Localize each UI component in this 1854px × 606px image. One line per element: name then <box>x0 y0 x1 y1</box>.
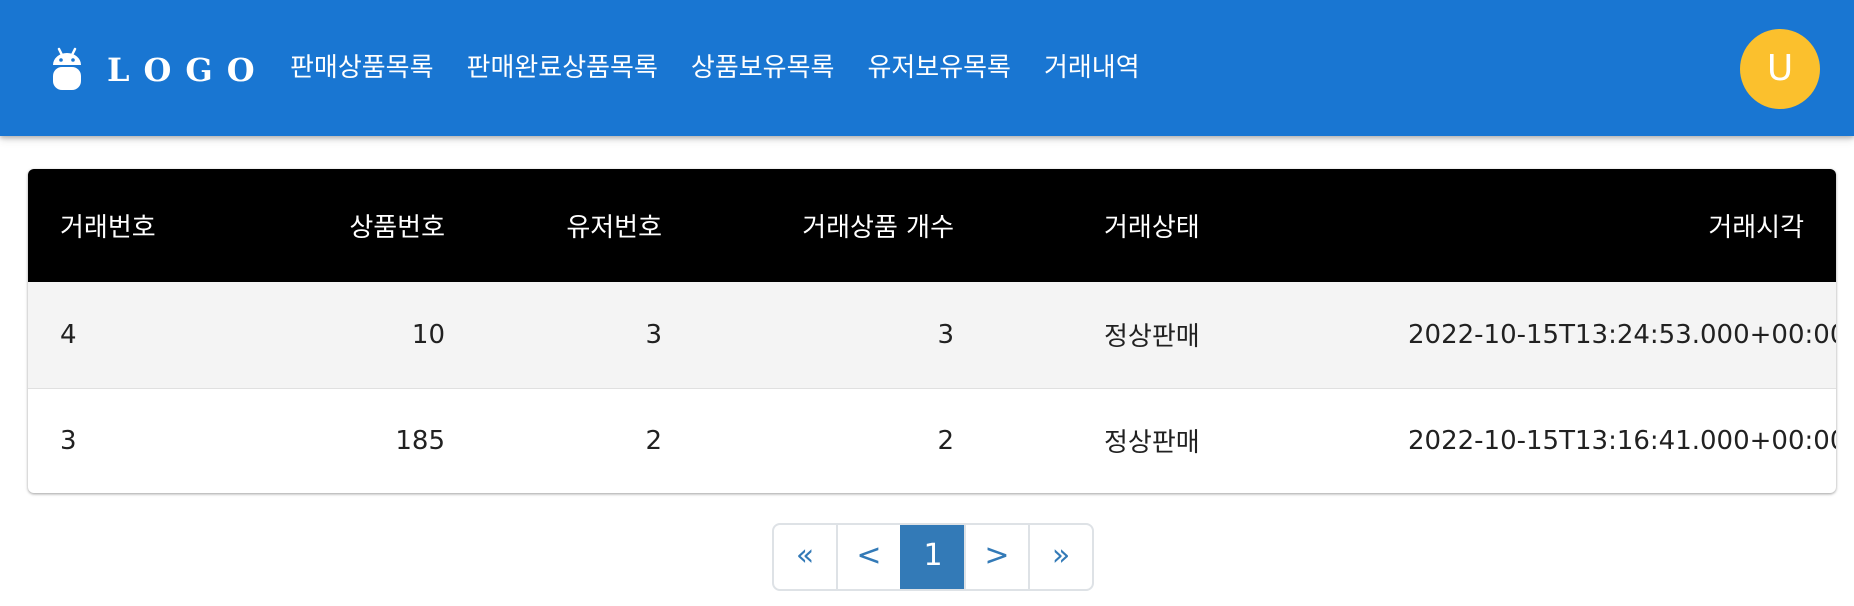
cell-time: 2022-10-15T13:16:41.000+00:00 <box>1408 425 1836 456</box>
table-header-row: 거래번호 상품번호 유저번호 거래상품 개수 거래상태 거래시각 <box>28 169 1836 282</box>
column-header-transaction-id: 거래번호 <box>60 213 156 243</box>
main-nav: 판매상품목록 판매완료상품목록 상품보유목록 유저보유목록 거래내역 <box>290 42 1173 94</box>
nav-item-sold-products[interactable]: 판매완료상품목록 <box>467 42 658 94</box>
nav-item-user-holdings[interactable]: 유저보유목록 <box>867 42 1011 94</box>
app-bar: LOGO 판매상품목록 판매완료상품목록 상품보유목록 유저보유목록 거래내역 … <box>0 0 1854 136</box>
last-page-button[interactable]: » <box>1028 525 1092 589</box>
table-row: 4 10 3 3 정상판매 2022-10-15T13:24:53.000+00… <box>28 282 1836 388</box>
column-header-status: 거래상태 <box>1104 213 1200 243</box>
cell-transaction-id: 4 <box>60 319 77 350</box>
nav-item-transactions[interactable]: 거래내역 <box>1044 42 1140 94</box>
transactions-table-card: 거래번호 상품번호 유저번호 거래상품 개수 거래상태 거래시각 4 10 3 … <box>28 169 1836 493</box>
cell-transaction-id: 3 <box>60 425 77 456</box>
nav-item-product-holdings[interactable]: 상품보유목록 <box>691 42 835 94</box>
table-row: 3 185 2 2 정상판매 2022-10-15T13:16:41.000+0… <box>28 388 1836 493</box>
android-logo-icon[interactable] <box>50 46 84 92</box>
user-avatar[interactable]: U <box>1740 29 1820 109</box>
nav-item-sale-products[interactable]: 판매상품목록 <box>290 42 434 94</box>
transactions-table: 거래번호 상품번호 유저번호 거래상품 개수 거래상태 거래시각 4 10 3 … <box>28 169 1836 493</box>
column-header-user-id: 유저번호 <box>566 213 662 243</box>
column-header-quantity: 거래상품 개수 <box>802 213 954 243</box>
first-page-button[interactable]: « <box>774 525 836 589</box>
next-page-button[interactable]: > <box>964 525 1028 589</box>
cell-status: 정상판매 <box>1104 428 1200 459</box>
cell-user-id: 3 <box>645 319 662 350</box>
column-header-product-id: 상품번호 <box>349 213 445 243</box>
cell-status: 정상판매 <box>1104 322 1200 353</box>
cell-product-id: 10 <box>411 319 445 350</box>
cell-quantity: 2 <box>937 425 954 456</box>
pagination: « < 1 > » <box>772 523 1094 591</box>
cell-time: 2022-10-15T13:24:53.000+00:00 <box>1408 319 1836 350</box>
logo-text[interactable]: LOGO <box>107 47 269 93</box>
page-1-button[interactable]: 1 <box>900 525 964 589</box>
column-header-time: 거래시각 <box>1708 213 1804 243</box>
cell-quantity: 3 <box>937 319 954 350</box>
cell-user-id: 2 <box>645 425 662 456</box>
previous-page-button[interactable]: < <box>836 525 900 589</box>
cell-product-id: 185 <box>395 425 445 456</box>
